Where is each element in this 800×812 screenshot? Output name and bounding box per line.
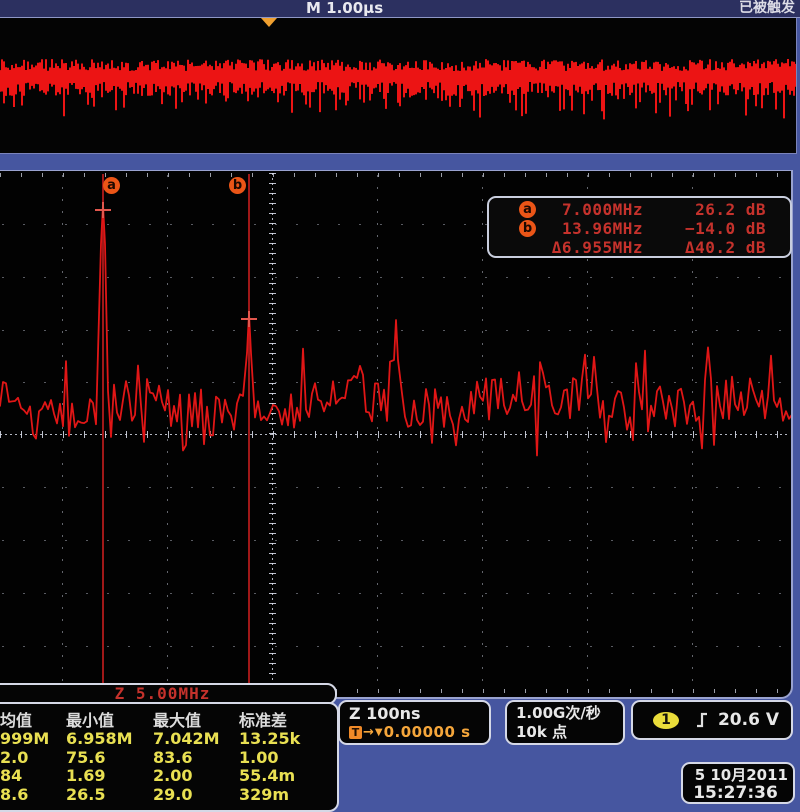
cursor-b-bubble[interactable]: b <box>229 177 246 194</box>
table-cell: 1.69 <box>66 766 153 785</box>
table-cell: 55.4m <box>239 766 329 785</box>
cursor-b-badge: b <box>519 220 536 237</box>
table-cell: 7.042M <box>153 729 239 748</box>
record-length: 10k 点 <box>516 723 623 742</box>
channel-1-badge[interactable]: 1 <box>653 712 679 729</box>
oscilloscope-screen: { "top_bar": { "timebase": "M 1.00μs", "… <box>0 0 800 800</box>
trigger-position-icon[interactable] <box>261 18 277 27</box>
delta-level: Δ40.2 dB <box>643 238 766 257</box>
delta-frequency: Δ6.955MHz <box>547 238 643 257</box>
datetime-badge[interactable]: 5 10月2011 15:27:36 <box>681 762 795 804</box>
time-domain-trace <box>0 18 796 153</box>
time-value: 15:27:36 <box>683 784 788 802</box>
table-cell: 8.6 <box>0 785 66 804</box>
table-cell: 1.00 <box>239 748 329 767</box>
trigger-status: 已被触发 <box>739 0 795 17</box>
cursor-a-bubble[interactable]: a <box>103 177 120 194</box>
trigger-badge[interactable]: 1 20.6 V <box>631 700 793 740</box>
table-cell: 329m <box>239 785 329 804</box>
table-cell: 84 <box>0 766 66 785</box>
cursor-readout-box[interactable]: a 7.000MHz 26.2 dB b 13.96MHz −14.0 dB Δ… <box>487 196 792 258</box>
col-header-stddev: 标准差 <box>239 707 329 729</box>
fft-scale-label: Z 5.00MHz <box>115 684 211 703</box>
rising-edge-icon <box>695 712 709 728</box>
acquisition-badge[interactable]: 1.00G次/秒 10k 点 <box>505 700 625 745</box>
table-cell: 29.0 <box>153 785 239 804</box>
horizontal-scale-badge[interactable]: Z 100ns T → ▼ 0.00000 s <box>338 700 491 745</box>
col-header-max: 最大值 <box>153 707 239 729</box>
cursor-a-level: 26.2 dB <box>643 200 766 219</box>
cursor-a-frequency: 7.000MHz <box>547 200 643 219</box>
table-cell: 83.6 <box>153 748 239 767</box>
top-status-bar: M 1.00μs 已被触发 <box>0 0 800 18</box>
sample-rate: 1.00G次/秒 <box>516 704 623 723</box>
date-value: 5 10月2011 <box>683 766 788 784</box>
table-cell: 2.00 <box>153 766 239 785</box>
table-cell: 999M <box>0 729 66 748</box>
measurement-table[interactable]: 均值 最小值 最大值 标准差 999M 6.958M 7.042M 13.25k… <box>0 702 339 812</box>
arrow-right-icon: → <box>363 723 374 742</box>
timebase-badge[interactable]: M 1.00μs <box>306 0 383 17</box>
trigger-offset-value: 0.00000 s <box>384 723 471 742</box>
trigger-t-icon: T <box>349 726 362 739</box>
table-cell: 2.0 <box>0 748 66 767</box>
table-cell: 13.25k <box>239 729 329 748</box>
fft-graticule: a b a 7.000MHz 26.2 dB b 13.96MHz −14.0 … <box>0 170 793 699</box>
col-header-mean: 均值 <box>0 707 66 729</box>
trigger-level-value: 20.6 V <box>718 710 779 730</box>
cursor-b-level: −14.0 dB <box>643 219 766 238</box>
triangle-down-icon: ▼ <box>375 723 383 742</box>
zoom-timebase-label: Z 100ns <box>349 704 489 723</box>
waveform-window <box>0 18 797 154</box>
table-cell: 26.5 <box>66 785 153 804</box>
col-header-min: 最小值 <box>66 707 153 729</box>
table-cell: 6.958M <box>66 729 153 748</box>
cursor-b-frequency: 13.96MHz <box>547 219 643 238</box>
cursor-a-badge: a <box>519 201 536 218</box>
table-cell: 75.6 <box>66 748 153 767</box>
